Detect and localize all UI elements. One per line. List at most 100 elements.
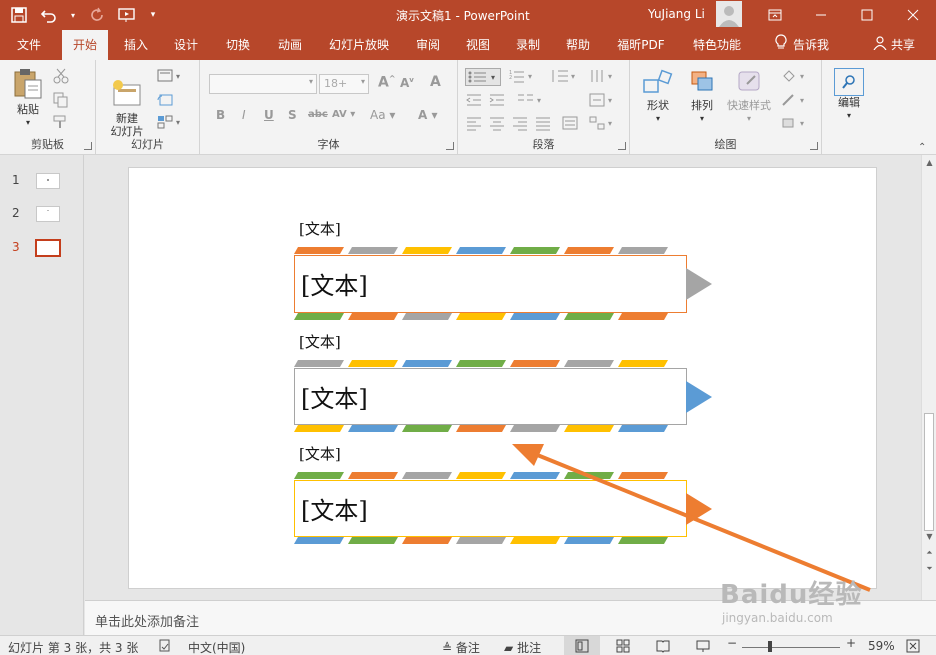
align-text-button[interactable]: ▾ (588, 92, 618, 108)
undo-icon[interactable] (38, 4, 60, 26)
shadow-button[interactable]: S (288, 108, 297, 122)
shape-outline-button[interactable]: ▾ (780, 92, 810, 108)
user-name[interactable]: YuJiang Li (648, 7, 705, 21)
fit-to-window-icon[interactable] (906, 639, 920, 655)
tab-home[interactable]: 开始 (62, 30, 108, 61)
bullets-button[interactable]: ▾ (465, 68, 501, 86)
slide-thumbnail-active[interactable]: 3 (0, 239, 84, 266)
tab-review[interactable]: 审阅 (408, 30, 448, 60)
block-1-label[interactable]: [文本] (299, 218, 341, 239)
copy-icon[interactable] (52, 92, 70, 108)
increase-indent-icon[interactable] (488, 92, 506, 108)
tab-view[interactable]: 视图 (458, 30, 498, 60)
line-spacing-button[interactable]: ▾ (550, 68, 580, 84)
reading-view-icon[interactable] (656, 639, 670, 655)
strikethrough-button[interactable]: abc (308, 109, 328, 120)
normal-view-button[interactable] (564, 636, 600, 655)
decrease-indent-icon[interactable] (465, 92, 483, 108)
shape-fill-button[interactable]: ▾ (780, 68, 810, 84)
text-direction-button[interactable]: ▾ (588, 68, 618, 84)
notes-button[interactable]: ≜ 备注 (442, 639, 480, 655)
spell-check-icon[interactable] (158, 639, 172, 655)
maximize-icon[interactable] (844, 0, 890, 30)
slide-thumbnail[interactable]: 2 (0, 206, 84, 232)
tab-insert[interactable]: 插入 (116, 30, 156, 60)
zoom-slider-thumb[interactable] (768, 641, 772, 652)
slideshow-view-icon[interactable] (696, 639, 710, 655)
block-2-label[interactable]: [文本] (299, 331, 341, 352)
comments-button[interactable]: ▰ 批注 (504, 639, 541, 655)
tab-help[interactable]: 帮助 (558, 30, 598, 60)
slide-sorter-icon[interactable] (616, 639, 630, 655)
slide-canvas[interactable]: [文本] [文本] [文本] [文本] [文本] [文本] (128, 167, 877, 589)
scroll-down-icon[interactable]: ▼ (922, 531, 936, 543)
align-right-icon[interactable] (511, 115, 529, 131)
customize-qat-icon[interactable]: ▾ (146, 4, 160, 26)
numbering-button[interactable]: 1 2 ▾ (508, 68, 538, 84)
undo-dropdown-icon[interactable]: ▾ (68, 4, 78, 26)
share-button[interactable]: 共享 (864, 30, 924, 60)
change-case-button[interactable]: Aa ▾ (370, 108, 395, 122)
arrange-button[interactable]: 排列 ▾ (682, 68, 722, 125)
font-color-button[interactable]: A ▾ (418, 108, 438, 122)
block-3-label[interactable]: [文本] (299, 443, 341, 464)
previous-slide-icon[interactable]: ⏶ (922, 547, 936, 559)
cut-icon[interactable] (52, 68, 70, 84)
editing-button[interactable]: 编辑 ▾ (832, 68, 866, 122)
close-icon[interactable] (890, 0, 936, 30)
zoom-in-icon[interactable]: + (846, 636, 856, 650)
align-center-icon[interactable] (488, 115, 506, 131)
paragraph-launcher-icon[interactable] (618, 142, 626, 150)
tab-design[interactable]: 设计 (166, 30, 206, 60)
tab-record[interactable]: 录制 (508, 30, 548, 60)
drawing-launcher-icon[interactable] (810, 142, 818, 150)
tab-transitions[interactable]: 切换 (218, 30, 258, 60)
vertical-scrollbar[interactable]: ▲ ▼ ⏶ ⏷ (921, 155, 936, 600)
bold-button[interactable]: B (216, 108, 225, 122)
tab-file[interactable]: 文件 (8, 30, 50, 60)
layout-icon[interactable]: ▾ (156, 68, 186, 84)
paste-button[interactable]: 粘贴 ▾ (8, 66, 48, 129)
format-painter-icon[interactable] (52, 114, 70, 130)
char-spacing-button[interactable]: AV ▾ (332, 109, 355, 120)
redo-icon[interactable] (86, 4, 108, 26)
language-indicator[interactable]: 中文(中国) (188, 639, 245, 655)
font-name-combo[interactable]: ▾ (209, 74, 317, 94)
shrink-font-icon[interactable]: Av (400, 76, 414, 90)
italic-button[interactable]: I (242, 108, 246, 122)
columns-button[interactable]: ▾ (516, 92, 546, 108)
tab-slideshow[interactable]: 幻灯片放映 (322, 30, 396, 60)
shape-effects-button[interactable]: ▾ (780, 115, 810, 131)
scroll-up-icon[interactable]: ▲ (922, 157, 936, 169)
tab-foxit-pdf[interactable]: 福昕PDF (610, 30, 672, 60)
save-icon[interactable] (8, 4, 30, 26)
grow-font-icon[interactable]: A^ (378, 74, 396, 91)
block-3-textbox[interactable]: [文本] (294, 480, 687, 537)
tab-features[interactable]: 特色功能 (684, 30, 750, 60)
zoom-level[interactable]: 59% (868, 639, 895, 653)
font-launcher-icon[interactable] (446, 142, 454, 150)
avatar[interactable] (716, 1, 742, 27)
reset-slide-icon[interactable] (156, 92, 174, 108)
block-2-textbox[interactable]: [文本] (294, 368, 687, 425)
scroll-thumb[interactable] (924, 413, 934, 531)
zoom-slider-track[interactable] (742, 647, 840, 648)
quick-styles-button[interactable]: 快速样式 ▾ (724, 68, 774, 125)
zoom-out-icon[interactable]: − (727, 636, 737, 650)
smartart-button[interactable]: ▾ (588, 115, 618, 131)
font-size-combo[interactable]: 18+ ▾ (319, 74, 369, 94)
minimize-icon[interactable] (798, 0, 844, 30)
shapes-button[interactable]: 形状 ▾ (638, 68, 678, 125)
clipboard-launcher-icon[interactable] (84, 142, 92, 150)
tab-animations[interactable]: 动画 (270, 30, 310, 60)
slide-thumbnail[interactable]: 1 (0, 173, 84, 199)
block-1-textbox[interactable]: [文本] (294, 255, 687, 313)
next-slide-icon[interactable]: ⏷ (922, 563, 936, 575)
clear-formatting-icon[interactable]: A (430, 74, 441, 90)
start-slideshow-icon[interactable] (116, 4, 138, 26)
justify-icon[interactable] (534, 115, 552, 131)
align-left-icon[interactable] (465, 115, 483, 131)
collapse-ribbon-icon[interactable]: ⌃ (918, 142, 926, 153)
distribute-icon[interactable] (561, 115, 579, 131)
tell-me-search[interactable]: 告诉我 (764, 30, 840, 60)
